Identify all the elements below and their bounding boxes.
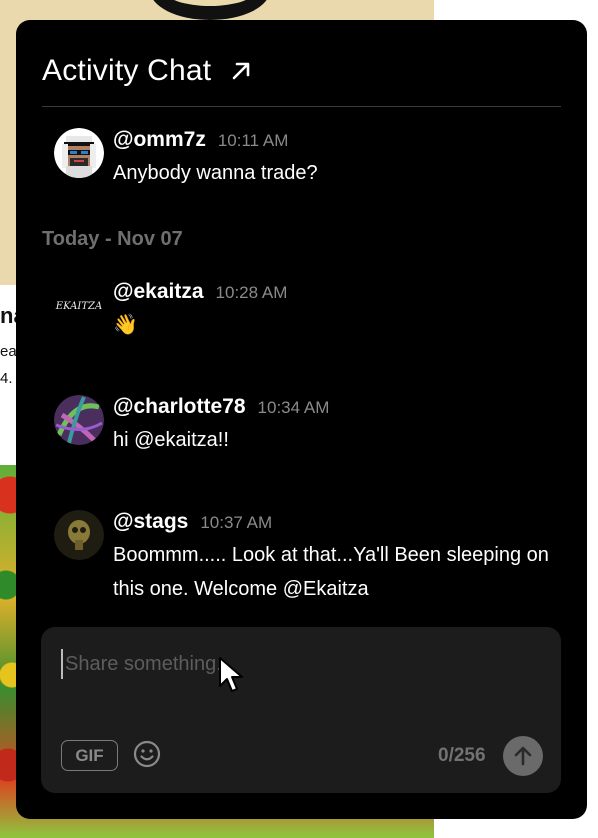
arrow-up-right-icon[interactable]	[229, 59, 253, 83]
message-text: Anybody wanna trade?	[113, 162, 318, 184]
date-separator: Today - Nov 07	[42, 228, 183, 250]
message-time: 10:11 AM	[217, 131, 289, 150]
username[interactable]: @stags	[113, 510, 188, 534]
username[interactable]: @charlotte78	[113, 395, 246, 419]
message-header: @ekaitza 10:28 AM	[113, 280, 567, 304]
chat-title: Activity Chat	[42, 54, 212, 87]
avatar[interactable]	[54, 510, 104, 560]
message-header: @omm7z 10:11 AM	[113, 128, 567, 152]
username[interactable]: @omm7z	[113, 128, 206, 152]
message-body: @omm7z 10:11 AM Anybody wanna trade?	[113, 128, 567, 190]
avatar[interactable]	[54, 128, 104, 178]
message-body: @stags 10:37 AM Boommm..... Look at that…	[113, 510, 567, 606]
smiley-icon[interactable]	[132, 739, 162, 769]
pixel-art-avatar-icon	[54, 128, 104, 178]
message-header: @charlotte78 10:34 AM	[113, 395, 567, 419]
message-text: hi @ekaitza!!	[113, 429, 229, 451]
background-text-fragment: ea	[0, 343, 17, 360]
avatar[interactable]	[54, 395, 104, 445]
ekaitza-logo-icon: EKAITZA	[54, 280, 104, 330]
message-composer: GIF 0/256	[41, 627, 561, 793]
abstract-art-avatar-icon	[54, 395, 104, 445]
activity-chat-panel: Activity Chat @omm7z 10:11 AM Anybody wa…	[16, 20, 587, 819]
username[interactable]: @ekaitza	[113, 280, 204, 304]
arrow-up-icon	[514, 746, 532, 766]
mask-avatar-icon	[54, 510, 104, 560]
message-text: 👋	[113, 314, 138, 336]
gif-button[interactable]: GIF	[61, 740, 118, 771]
artwork-shape	[150, 0, 270, 20]
message-time: 10:34 AM	[257, 398, 330, 417]
background-text-fragment: 4.	[0, 370, 13, 387]
message-input[interactable]	[61, 649, 531, 679]
send-button[interactable]	[503, 736, 543, 776]
message-header: @stags 10:37 AM	[113, 510, 567, 534]
svg-text:EKAITZA: EKAITZA	[55, 301, 102, 312]
message-body: @ekaitza 10:28 AM 👋	[113, 280, 567, 342]
chat-header: Activity Chat	[42, 54, 561, 88]
message-time: 10:37 AM	[200, 513, 273, 532]
message-time: 10:28 AM	[215, 283, 288, 302]
message-text: Boommm..... Look at that...Ya'll Been sl…	[113, 544, 549, 600]
header-divider	[42, 106, 561, 107]
message-body: @charlotte78 10:34 AM hi @ekaitza!!	[113, 395, 567, 457]
character-count: 0/256	[438, 745, 486, 766]
avatar[interactable]: EKAITZA	[54, 280, 104, 330]
